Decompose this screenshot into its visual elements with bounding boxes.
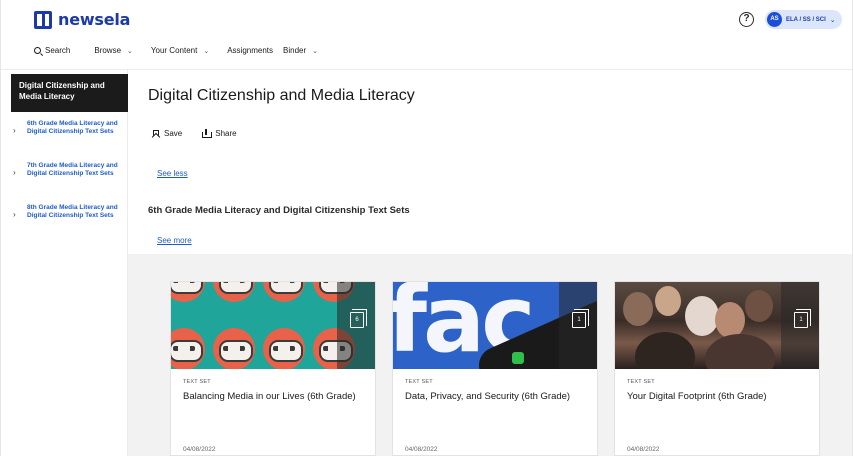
page-title: Digital Citizenship and Media Literacy: [148, 87, 415, 104]
chevron-down-icon: ⌄: [127, 47, 133, 55]
count-overlay: 6: [337, 282, 375, 369]
newsela-logo[interactable]: newsela: [34, 10, 130, 29]
stack-icon: 1: [572, 309, 589, 328]
whatsapp-icon: [512, 352, 524, 364]
help-icon[interactable]: ?: [739, 12, 754, 27]
crowd-figure: [705, 334, 775, 369]
sidebar-heading[interactable]: Digital Citizenship and Media Literacy: [11, 74, 128, 112]
sidebar-item-label[interactable]: 8th Grade Media Literacy and Digital Cit…: [27, 204, 122, 220]
card-thumbnail[interactable]: fac 1: [393, 282, 597, 369]
nav-browse[interactable]: Browse ⌄: [94, 46, 133, 55]
card-title[interactable]: Your Digital Footprint (6th Grade): [627, 391, 809, 403]
save-label: Save: [164, 129, 183, 138]
nav-your-content-label: Your Content: [150, 46, 198, 55]
see-more-link[interactable]: See more: [157, 236, 192, 245]
crowd-figure: [635, 332, 695, 369]
stack-icon: 1: [794, 309, 811, 328]
bookmark-icon: [153, 129, 159, 138]
gamepad-graphic: [263, 328, 305, 369]
brand-name: newsela: [58, 10, 131, 29]
nav-your-content[interactable]: Your Content ⌄: [151, 46, 209, 55]
nav-binder-label: Binder: [283, 46, 307, 55]
see-less-link[interactable]: See less: [157, 169, 188, 178]
chevron-down-icon: ⌄: [829, 16, 836, 24]
nav-search[interactable]: Search: [34, 46, 70, 55]
chevron-right-icon[interactable]: ›: [13, 169, 16, 177]
share-icon: [202, 129, 213, 138]
text-set-card[interactable]: 1 TEXT SET Your Digital Footprint (6th G…: [614, 281, 820, 456]
card-type-label: TEXT SET: [405, 379, 433, 385]
account-label: ELA / SS / SCI: [786, 16, 826, 23]
action-bar: Save Share: [153, 129, 237, 138]
card-date: 04/08/2022: [183, 446, 216, 453]
crowd-figure: [745, 290, 773, 322]
card-thumbnail[interactable]: 1: [615, 282, 819, 369]
nav-binder[interactable]: Binder ⌄: [283, 46, 318, 55]
avatar: AS: [767, 12, 782, 27]
search-icon: [34, 47, 41, 54]
crowd-figure: [715, 302, 745, 338]
card-type-label: TEXT SET: [183, 379, 211, 385]
save-button[interactable]: Save: [153, 129, 182, 138]
card-thumbnail[interactable]: 6: [171, 282, 375, 369]
sidebar-item-label[interactable]: 6th Grade Media Literacy and Digital Cit…: [27, 120, 122, 136]
gamepad-graphic: [263, 282, 305, 302]
sidebar-item-label[interactable]: 7th Grade Media Literacy and Digital Cit…: [27, 162, 122, 178]
share-button[interactable]: Share: [202, 129, 237, 138]
main-nav: Search Browse ⌄ Your Content ⌄ Assignmen…: [34, 46, 336, 55]
count-overlay: 1: [781, 282, 819, 369]
count-overlay: 1: [559, 282, 597, 369]
card-type-label: TEXT SET: [627, 379, 655, 385]
chevron-right-icon[interactable]: ›: [13, 127, 16, 135]
main-content: Digital Citizenship and Media Literacy S…: [128, 70, 852, 456]
gamepad-graphic: [171, 328, 205, 369]
gamepad-graphic: [213, 282, 255, 302]
text-set-card[interactable]: 6 TEXT SET Balancing Media in our Lives …: [170, 281, 376, 456]
chevron-right-icon[interactable]: ›: [13, 211, 16, 219]
nav-search-label: Search: [45, 46, 71, 55]
nav-assignments[interactable]: Assignments: [227, 46, 273, 55]
account-menu[interactable]: AS ELA / SS / SCI ⌄: [765, 10, 842, 29]
page: newsela ? AS ELA / SS / SCI ⌄ Search Bro…: [0, 0, 853, 456]
sidebar: Digital Citizenship and Media Literacy ›…: [1, 70, 128, 456]
gamepad-graphic: [171, 282, 205, 302]
nav-browse-label: Browse: [94, 46, 122, 55]
section-title: 6th Grade Media Literacy and Digital Cit…: [148, 205, 410, 216]
crowd-figure: [623, 292, 653, 326]
gamepad-graphic: [213, 328, 255, 369]
logo-icon: [34, 10, 52, 29]
card-title[interactable]: Data, Privacy, and Security (6th Grade): [405, 391, 587, 403]
crowd-figure: [685, 296, 719, 336]
top-bar: newsela ? AS ELA / SS / SCI ⌄ Search Bro…: [1, 0, 852, 70]
chevron-down-icon: ⌄: [312, 47, 318, 55]
text-set-card[interactable]: fac 1 TEXT SET Data, Privacy, and Securi…: [392, 281, 598, 456]
nav-assignments-label: Assignments: [227, 46, 273, 55]
card-title[interactable]: Balancing Media in our Lives (6th Grade): [183, 391, 365, 403]
chevron-down-icon: ⌄: [203, 47, 210, 55]
crowd-figure: [655, 286, 681, 316]
card-date: 04/08/2022: [627, 446, 660, 453]
share-label: Share: [215, 129, 237, 138]
card-date: 04/08/2022: [405, 446, 438, 453]
stack-icon: 6: [350, 309, 367, 328]
